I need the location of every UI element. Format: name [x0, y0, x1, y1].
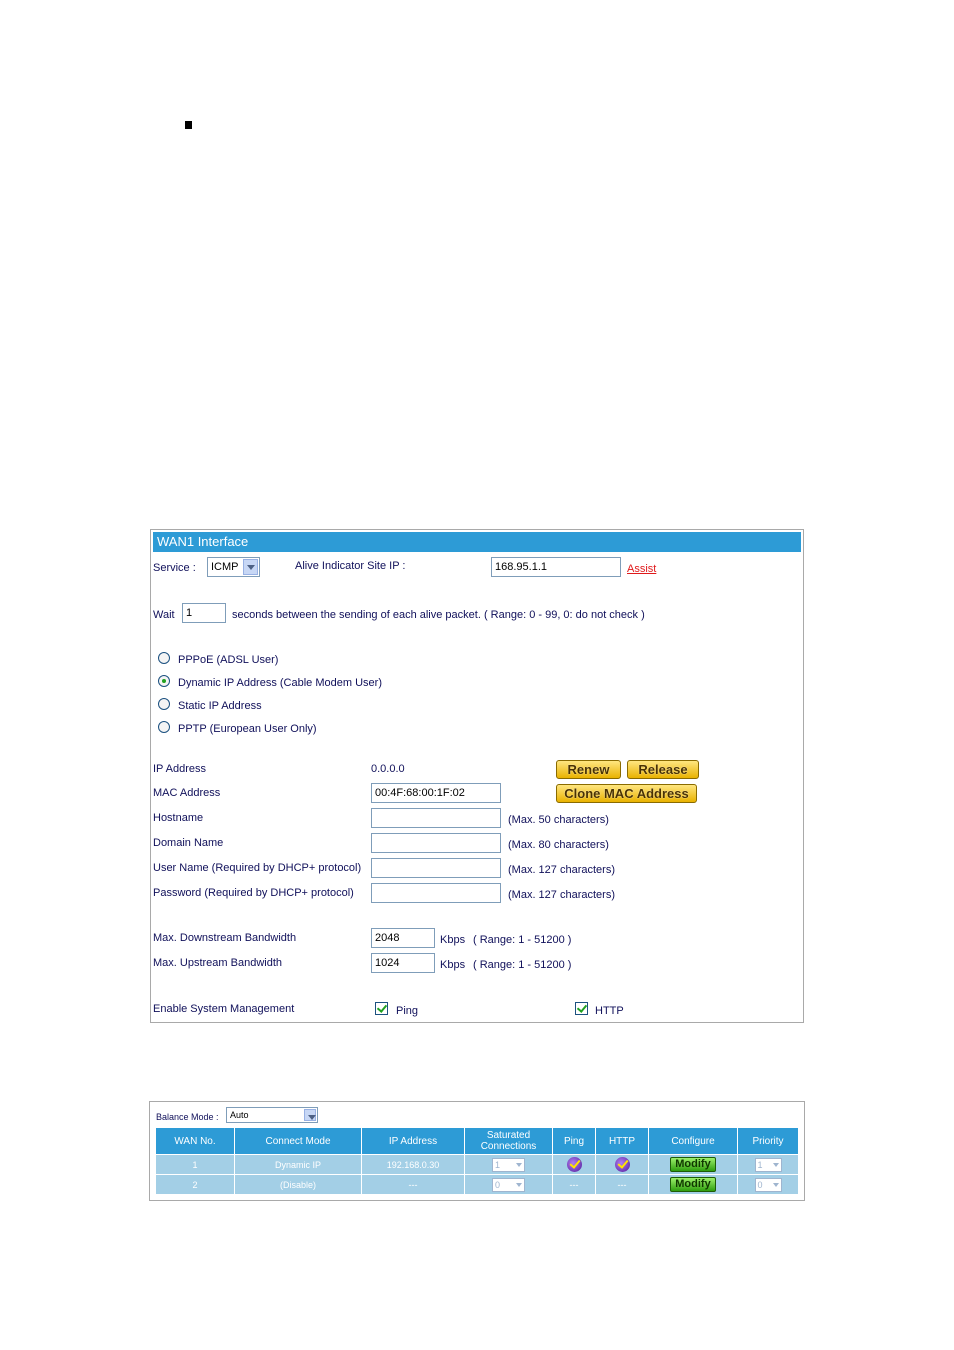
cell-http	[595, 1154, 649, 1175]
cell-priority: 1	[737, 1154, 799, 1175]
service-select[interactable]: ICMP	[207, 557, 260, 577]
saturated-select[interactable]: 0	[492, 1177, 525, 1192]
header-priority: Priority	[737, 1127, 799, 1155]
cell-configure: Modify	[648, 1154, 738, 1175]
cell-saturated: 0	[464, 1174, 553, 1195]
radio-static-ip[interactable]	[158, 698, 170, 710]
cell-priority: 0	[737, 1174, 799, 1195]
cell-ping: ---	[552, 1174, 596, 1195]
mac-address-input[interactable]: 00:4F:68:00:1F:02	[371, 783, 501, 803]
username-label: User Name (Required by DHCP+ protocol)	[153, 862, 362, 874]
mode-label-dynamic-ip: Dynamic IP Address (Cable Modem User)	[178, 677, 382, 689]
table-row: 2 (Disable) --- 0 --- --- Modify 0	[155, 1174, 799, 1195]
table-row: 1 Dynamic IP 192.168.0.30 1 Modify 1	[155, 1154, 799, 1175]
modify-button[interactable]: Modify	[670, 1177, 716, 1192]
domain-name-input[interactable]	[371, 833, 501, 853]
wait-label: Wait	[153, 609, 175, 621]
cell-ip-address: ---	[361, 1174, 465, 1195]
cell-saturated: 1	[464, 1154, 553, 1175]
priority-select[interactable]: 1	[754, 1157, 782, 1172]
radio-pptp[interactable]	[158, 721, 170, 733]
cell-wan-no: 2	[155, 1174, 235, 1195]
cell-configure: Modify	[648, 1174, 738, 1195]
password-input[interactable]	[371, 883, 501, 903]
downstream-unit: Kbps	[440, 934, 466, 946]
wan-status-table: WAN No. Connect Mode IP Address Saturate…	[155, 1127, 799, 1195]
header-connect-mode: Connect Mode	[234, 1127, 362, 1155]
cell-http: ---	[595, 1174, 649, 1195]
wait-input[interactable]: 1	[182, 603, 226, 623]
renew-button[interactable]: Renew	[556, 760, 621, 779]
domain-name-label: Domain Name	[153, 837, 224, 849]
chevron-down-icon	[243, 559, 258, 575]
modify-button[interactable]: Modify	[670, 1157, 716, 1172]
wait-description: seconds between the sending of each aliv…	[232, 609, 645, 621]
ip-address-label: IP Address	[153, 763, 206, 775]
cell-connect-mode: Dynamic IP	[234, 1154, 362, 1175]
cell-ping	[552, 1154, 596, 1175]
header-http: HTTP	[595, 1127, 649, 1155]
upstream-label: Max. Upstream Bandwidth	[153, 957, 282, 969]
saturated-select[interactable]: 1	[492, 1157, 525, 1172]
username-hint: (Max. 127 characters)	[508, 864, 615, 876]
ping-label: Ping	[396, 1005, 419, 1017]
mode-label-pptp: PPTP (European User Only)	[178, 723, 317, 735]
header-wan-no: WAN No.	[155, 1127, 235, 1155]
alive-indicator-ip-input[interactable]: 168.95.1.1	[491, 557, 621, 577]
service-select-value: ICMP	[211, 561, 239, 573]
downstream-label: Max. Downstream Bandwidth	[153, 932, 297, 944]
mode-label-static-ip: Static IP Address	[178, 700, 262, 712]
release-button[interactable]: Release	[627, 760, 699, 779]
wan1-interface-panel: WAN1 Interface	[150, 529, 804, 1023]
ping-status-icon	[566, 1157, 582, 1172]
mac-address-label: MAC Address	[153, 787, 221, 799]
username-input[interactable]	[371, 858, 501, 878]
chevron-down-icon	[304, 1109, 316, 1121]
ip-address-value: 0.0.0.0	[371, 763, 405, 775]
header-saturated-connections: Saturated Connections	[464, 1127, 553, 1155]
panel-title: WAN1 Interface	[153, 532, 801, 552]
mode-label-pppoe: PPPoE (ADSL User)	[178, 654, 279, 666]
assist-link[interactable]: Assist	[627, 563, 656, 575]
radio-pppoe[interactable]	[158, 652, 170, 664]
upstream-input[interactable]: 1024	[371, 953, 435, 973]
hostname-input[interactable]	[371, 808, 501, 828]
cell-ip-address: 192.168.0.30	[361, 1154, 465, 1175]
alive-indicator-label: Alive Indicator Site IP :	[295, 560, 406, 572]
header-configure: Configure	[648, 1127, 738, 1155]
downstream-input[interactable]: 2048	[371, 928, 435, 948]
system-management-label: Enable System Management	[153, 1003, 295, 1015]
ping-checkbox[interactable]	[375, 1002, 388, 1015]
bullet-marker	[185, 121, 192, 129]
hostname-label: Hostname	[153, 812, 204, 824]
table-header-row: WAN No. Connect Mode IP Address Saturate…	[155, 1127, 799, 1155]
hostname-hint: (Max. 50 characters)	[508, 814, 609, 826]
upstream-unit: Kbps	[440, 959, 466, 971]
clone-mac-button[interactable]: Clone MAC Address	[556, 784, 697, 803]
http-checkbox[interactable]	[575, 1002, 588, 1015]
header-ping: Ping	[552, 1127, 596, 1155]
radio-dynamic-ip[interactable]	[158, 675, 170, 687]
domain-name-hint: (Max. 80 characters)	[508, 839, 609, 851]
cell-connect-mode: (Disable)	[234, 1174, 362, 1195]
balance-mode-value: Auto	[230, 1110, 249, 1120]
password-label: Password (Required by DHCP+ protocol)	[153, 887, 354, 899]
password-hint: (Max. 127 characters)	[508, 889, 615, 901]
cell-wan-no: 1	[155, 1154, 235, 1175]
downstream-range: ( Range: 1 - 51200 )	[473, 934, 572, 946]
balance-mode-label: Balance Mode :	[156, 1112, 219, 1122]
priority-select[interactable]: 0	[754, 1177, 782, 1192]
balance-mode-select[interactable]: Auto	[226, 1107, 318, 1123]
header-ip-address: IP Address	[361, 1127, 465, 1155]
upstream-range: ( Range: 1 - 51200 )	[473, 959, 572, 971]
http-label: HTTP	[595, 1005, 624, 1017]
http-status-icon	[614, 1157, 630, 1172]
service-label: Service :	[153, 562, 196, 574]
